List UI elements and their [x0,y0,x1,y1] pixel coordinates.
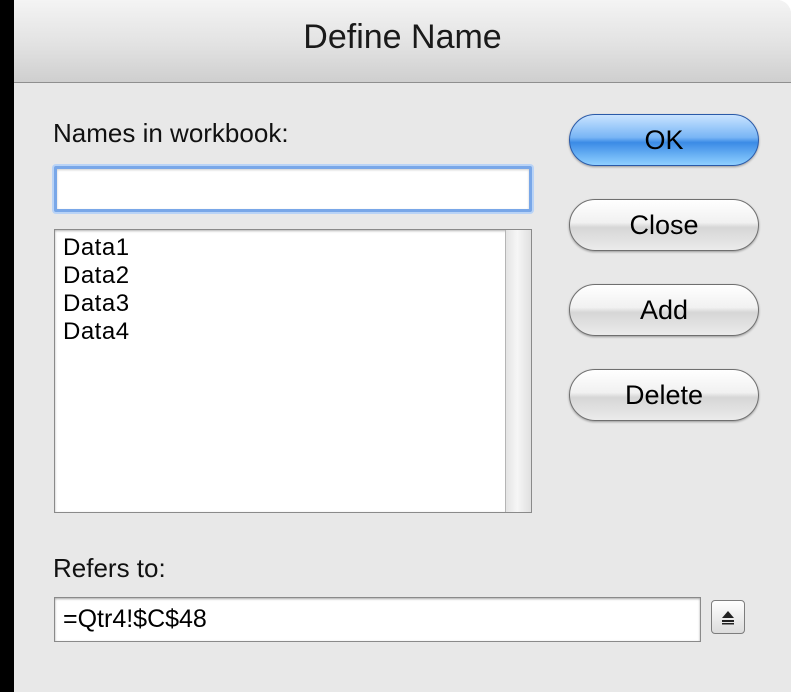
list-item[interactable]: Data4 [63,318,495,346]
list-item[interactable]: Data3 [63,290,495,318]
refers-to-field[interactable]: =Qtr4!$C$48 [54,597,701,642]
delete-button[interactable]: Delete [569,369,759,421]
list-scrollbar[interactable] [505,230,531,512]
ok-button[interactable]: OK [569,114,759,166]
list-item[interactable]: Data1 [63,234,495,262]
define-name-dialog: Define Name Names in workbook: Data1 Dat… [14,0,791,692]
dialog-title: Define Name [303,18,502,56]
name-input-field[interactable] [54,166,532,212]
window-edge [0,0,14,692]
title-bar[interactable]: Define Name [14,0,791,83]
names-list-items: Data1 Data2 Data3 Data4 [63,234,495,346]
names-list[interactable]: Data1 Data2 Data3 Data4 [54,229,532,513]
names-in-workbook-label: Names in workbook: [53,118,289,148]
name-input[interactable] [57,169,529,209]
refers-to-label: Refers to: [53,553,166,583]
list-item[interactable]: Data2 [63,262,495,290]
close-button[interactable]: Close [569,199,759,251]
add-button[interactable]: Add [569,284,759,336]
collapse-dialog-button[interactable] [711,600,745,634]
collapse-dialog-icon [722,611,734,625]
